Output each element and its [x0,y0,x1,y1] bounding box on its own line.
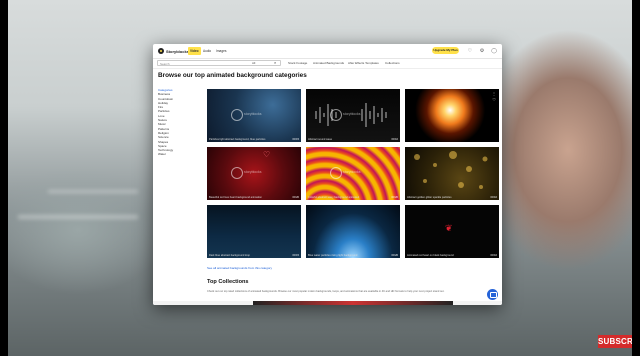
sidebar-item-water[interactable]: Water [158,152,198,156]
heart-icon[interactable]: ♡ [467,48,473,54]
browser-window: Storyblocks Video Audio Images Upgrade M… [153,44,502,305]
background-blur [48,190,138,193]
see-more-link[interactable]: See all animated backgrounds from this c… [207,266,272,270]
settings-icon[interactable]: ⚙ [479,48,485,54]
collections-title: Top Collections [207,279,249,285]
page-title: Browse our top animated background categ… [158,72,307,79]
tile-caption: Beautiful red love heart background anim… [209,196,262,199]
video-tile[interactable]: ❦ Animated red heart on black background… [405,205,499,258]
category-sidebar: Categories Business Countdown Holiday Fi… [158,88,198,157]
tile-more-icon[interactable]: ⋮ [492,91,496,96]
quick-link-stock-footage[interactable]: Stock Footage [288,61,307,65]
watermark-icon [231,167,243,179]
search-icon[interactable]: ⌕ [274,61,276,65]
top-navigation: Storyblocks Video Audio Images Upgrade M… [153,44,502,59]
tile-duration: 00:20 [391,196,399,199]
thumbnail-strip [253,301,453,305]
bokeh-graphic [414,151,488,189]
watermark-text: storyblocks [343,112,361,116]
watermark-icon [330,109,342,121]
tile-caption: Abstract golden glitter sparkle particle… [407,196,452,199]
tile-duration: 00:15 [292,254,300,257]
brand-logo[interactable]: Storyblocks [158,48,189,54]
search-filter-select[interactable]: All [252,61,255,65]
subscribe-button[interactable]: SUBSCRIBE [598,335,632,348]
chat-button[interactable] [487,289,498,300]
video-tile[interactable]: storyblocks Particles light abstract bac… [207,89,301,142]
quick-link-animated-backgrounds[interactable]: Animated Backgrounds [313,61,344,65]
tile-duration: 00:20 [391,254,399,257]
heart-graphic: ♡ [263,150,271,159]
quick-link-after-effects-templates[interactable]: After Effects Templates [348,61,379,65]
account-icon[interactable]: ◯ [491,48,497,54]
watermark-text: storyblocks [343,170,361,174]
tile-caption: Colorful abstract wavy background animat… [308,196,360,199]
video-tile[interactable]: ⋮ ♡ [405,89,499,142]
tile-caption: Abstract sound wave [308,138,333,141]
tile-caption: Animated red heart on black background [407,254,454,257]
tab-video[interactable]: Video [188,47,201,55]
tab-images[interactable]: Images [214,47,228,55]
video-tile[interactable]: storyblocks Abstract sound wave 00:10 [306,89,400,142]
red-heart-graphic: ❦ [445,223,453,233]
watermark-text: storyblocks [244,112,262,116]
logo-icon [158,48,164,54]
watermark-icon [330,167,342,179]
video-tile[interactable]: Dark blue abstract background loop 00:15 [207,205,301,258]
tile-favorite-icon[interactable]: ♡ [492,97,496,102]
video-tile[interactable]: storyblocks Colorful abstract wavy backg… [306,147,400,200]
tile-caption: Blue water particles rising light backgr… [308,254,358,257]
tile-duration: 00:20 [292,196,300,199]
watermark-icon [231,109,243,121]
search-row: Search All ⌕ Stock Footage Animated Back… [153,59,502,69]
tile-caption: Particles light abstract background, blu… [209,138,266,141]
collections-description: Check out our top rated collections of a… [207,290,445,293]
background-grid: storyblocks Particles light abstract bac… [207,89,499,259]
search-input[interactable]: Search [157,60,281,66]
video-tile[interactable]: ♡ storyblocks Beautiful red love heart b… [207,147,301,200]
upgrade-button[interactable]: Upgrade My Plan [432,47,459,54]
video-tile[interactable]: Abstract golden glitter sparkle particle… [405,147,499,200]
video-tile[interactable]: Blue water particles rising light backgr… [306,205,400,258]
tile-duration: 00:10 [490,254,498,257]
tile-duration: 00:10 [490,196,498,199]
video-frame: Storyblocks Video Audio Images Upgrade M… [0,0,640,356]
brand-name: Storyblocks [166,48,189,54]
tile-duration: 00:15 [292,138,300,141]
tab-audio[interactable]: Audio [201,47,213,55]
tile-caption: Dark blue abstract background loop [209,254,250,257]
watermark-text: storyblocks [244,170,262,174]
quick-link-collections[interactable]: Collections [385,61,400,65]
background-blur [18,215,138,219]
tile-duration: 00:10 [391,138,399,141]
